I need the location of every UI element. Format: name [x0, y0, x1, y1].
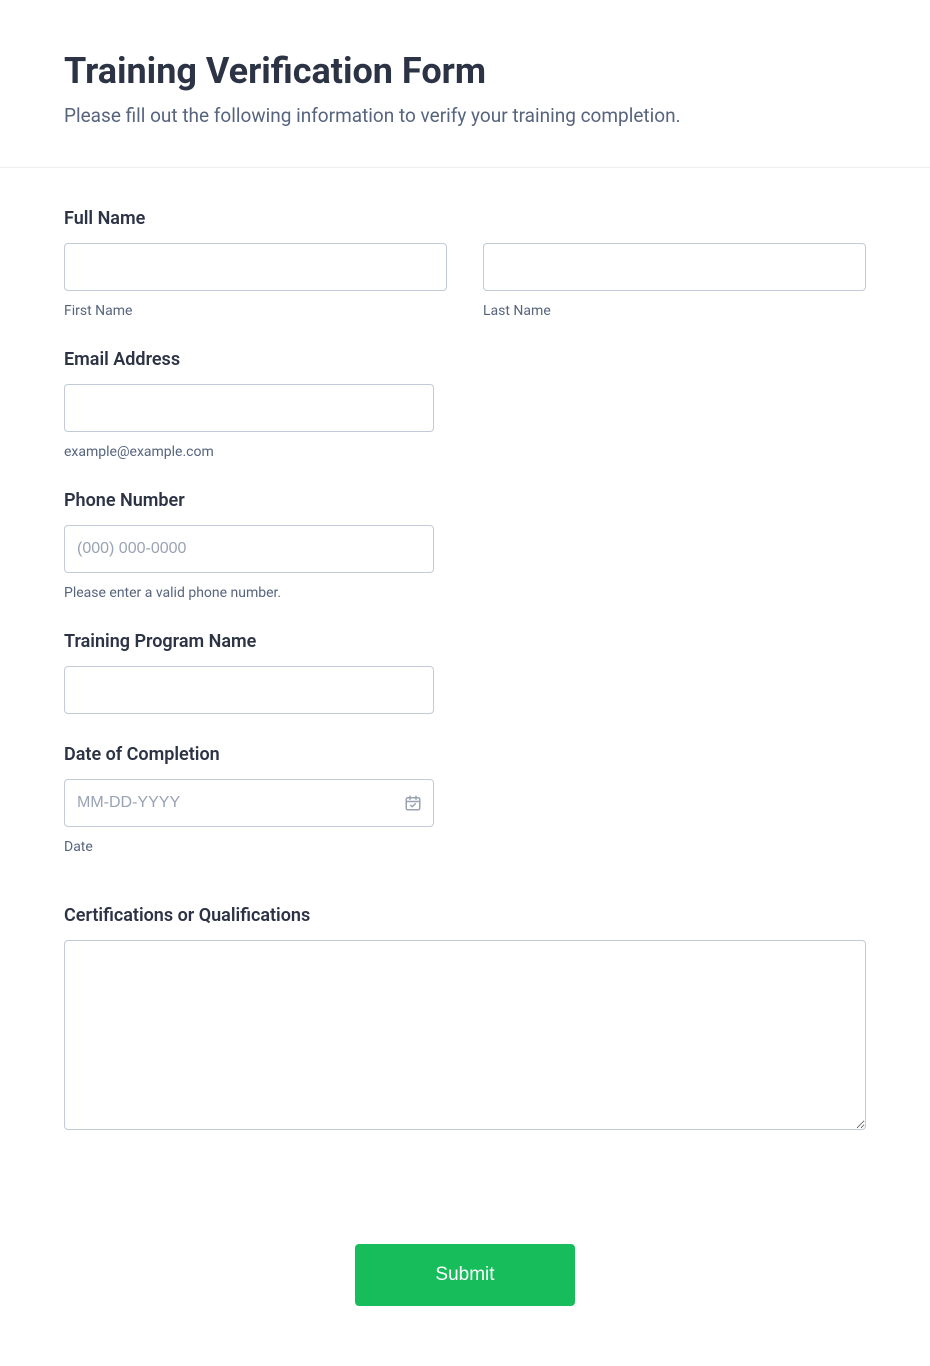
completion-date-input[interactable] [64, 779, 434, 827]
email-label: Email Address [64, 349, 866, 370]
completion-label: Date of Completion [64, 744, 866, 765]
certs-label: Certifications or Qualifications [64, 905, 866, 926]
last-name-sublabel: Last Name [483, 303, 866, 319]
phone-sublabel: Please enter a valid phone number. [64, 585, 866, 601]
program-label: Training Program Name [64, 631, 866, 652]
program-input[interactable] [64, 666, 434, 714]
phone-input[interactable] [64, 525, 434, 573]
form-header: Training Verification Form Please fill o… [0, 0, 930, 168]
email-group: Email Address example@example.com [64, 349, 866, 460]
full-name-group: Full Name First Name Last Name [64, 208, 866, 319]
page-subtitle: Please fill out the following informatio… [64, 104, 866, 127]
certs-group: Certifications or Qualifications [64, 905, 866, 1134]
phone-label: Phone Number [64, 490, 866, 511]
first-name-input[interactable] [64, 243, 447, 291]
full-name-label: Full Name [64, 208, 866, 229]
phone-group: Phone Number Please enter a valid phone … [64, 490, 866, 601]
form-body: Full Name First Name Last Name Email Add… [0, 168, 930, 905]
certs-section: Certifications or Qualifications [0, 905, 930, 1204]
first-name-sublabel: First Name [64, 303, 447, 319]
completion-sublabel: Date [64, 839, 866, 855]
form-footer: Submit [0, 1204, 930, 1366]
page-title: Training Verification Form [64, 50, 866, 92]
submit-button[interactable]: Submit [355, 1244, 574, 1306]
program-group: Training Program Name [64, 631, 866, 714]
email-input[interactable] [64, 384, 434, 432]
completion-group: Date of Completion Date [64, 744, 866, 855]
email-sublabel: example@example.com [64, 444, 866, 460]
certs-textarea[interactable] [64, 940, 866, 1130]
last-name-input[interactable] [483, 243, 866, 291]
